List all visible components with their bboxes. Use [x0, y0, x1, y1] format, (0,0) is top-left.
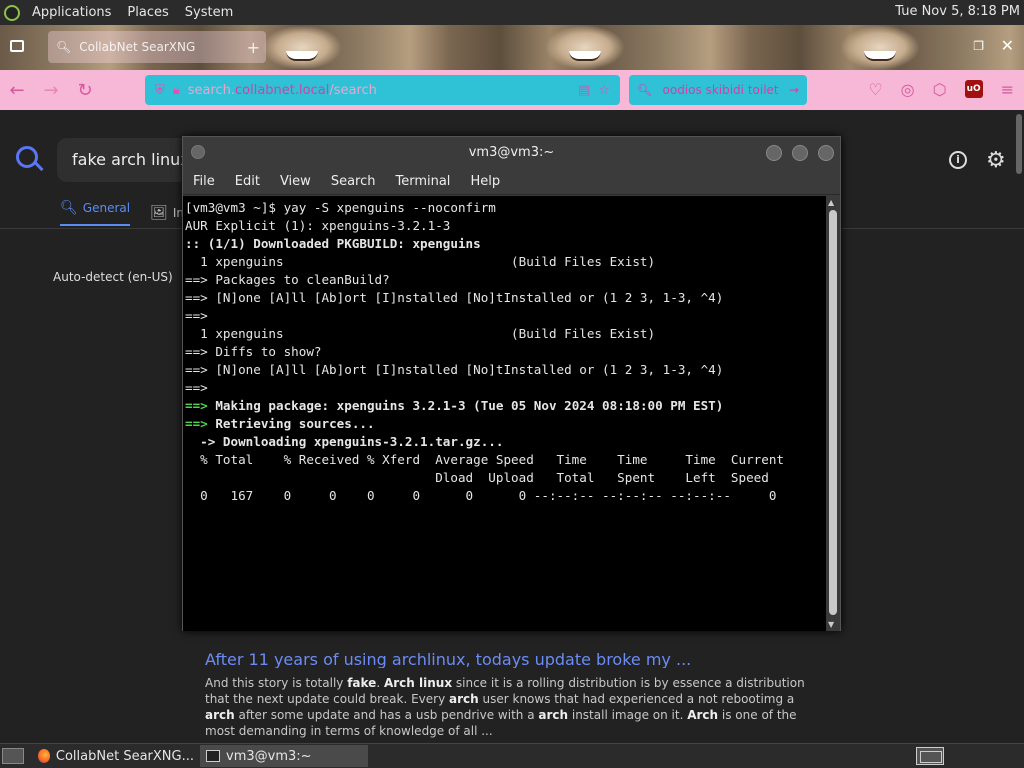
menu-places[interactable]: Places: [121, 5, 174, 20]
terminal-titlebar[interactable]: vm3@vm3:~: [183, 137, 840, 169]
extensions-icon[interactable]: ⬡: [933, 80, 947, 99]
ublock-origin-icon[interactable]: uO: [964, 80, 983, 98]
bookmark-star-icon[interactable]: ☆: [598, 83, 610, 98]
tab-title: CollabNet SearXNG: [79, 40, 196, 54]
result-title-link[interactable]: After 11 years of using archlinux, today…: [205, 650, 825, 668]
shield-icon: ⛨: [155, 82, 165, 98]
menu-system[interactable]: System: [179, 5, 239, 20]
url-bar[interactable]: ⛨ 🔒︎ search.collabnet.local/search ▤ ☆: [145, 75, 620, 105]
show-desktop-icon[interactable]: [2, 748, 24, 764]
terminal-title: vm3@vm3:~: [468, 145, 555, 160]
search-box[interactable]: 🔍︎ oodios skibidi toilet →: [629, 75, 807, 105]
terminal-line: 1 xpenguins (Build Files Exist): [185, 326, 656, 341]
terminal-line: ==> Packages to cleanBuild?: [185, 272, 390, 287]
terminal-line: 0 167 0 0 0 0 0 0 --:--:-- --:--:-- --:-…: [185, 488, 777, 503]
tab-general[interactable]: 🔍︎ General: [60, 200, 131, 226]
terminal-line: [vm3@vm3 ~]$ yay -S xpenguins --noconfir…: [185, 200, 496, 215]
new-tab-button[interactable]: +: [247, 38, 260, 57]
terminal-line: :: (1/1) Downloaded PKGBUILD: xpenguins: [185, 236, 481, 251]
terminal-line: % Total % Received % Xferd Average Speed…: [185, 452, 784, 467]
desktop: { "top_panel": { "menu": ["Applications"…: [0, 0, 1024, 768]
forward-arrow-icon[interactable]: →: [34, 80, 68, 101]
window-controls: [766, 145, 834, 161]
menu-file[interactable]: File: [193, 174, 215, 189]
terminal-scrollbar[interactable]: ▲ ▼: [826, 196, 840, 631]
menu-help[interactable]: Help: [470, 174, 500, 189]
reload-icon[interactable]: ↻: [68, 80, 102, 101]
terminal-window[interactable]: vm3@vm3:~ File Edit View Search Terminal…: [182, 136, 841, 631]
result-snippet: And this story is totally fake. Arch lin…: [205, 676, 805, 738]
background-image: [840, 25, 920, 70]
terminal-output[interactable]: [vm3@vm3 ~]$ yay -S xpenguins --noconfir…: [183, 196, 828, 631]
terminal-line: ==>: [185, 308, 208, 323]
menu-search[interactable]: Search: [331, 174, 376, 189]
menu-view[interactable]: View: [280, 174, 311, 189]
search-icon[interactable]: [16, 146, 38, 168]
tab-strip: 🔍︎ CollabNet SearXNG + ❐ ✕: [0, 25, 1024, 70]
info-icon[interactable]: i: [949, 151, 967, 169]
toolbar-icons: ♡ ◎ ⬡ uO ≡: [868, 80, 1014, 99]
terminal-line: -> Downloading xpenguins-3.2.1.tar.gz...: [185, 434, 504, 449]
taskbar: CollabNet SearXNG... vm3@vm3:~: [0, 743, 1024, 768]
taskbar-item-label: vm3@vm3:~: [226, 748, 312, 764]
search-box-text: oodios skibidi toilet: [662, 83, 779, 97]
image-icon: 🖼︎: [150, 205, 168, 221]
close-icon[interactable]: [818, 145, 834, 161]
language-selector[interactable]: Auto-detect (en-US): [53, 270, 173, 284]
scroll-up-icon[interactable]: ▲: [828, 198, 834, 207]
reader-mode-icon[interactable]: ▤: [578, 83, 590, 98]
url-text: search.collabnet.local/search: [187, 82, 377, 98]
background-image: [262, 25, 342, 70]
terminal-line: ==> Making package: xpenguins 3.2.1-3 (T…: [185, 398, 724, 413]
taskbar-item-terminal[interactable]: vm3@vm3:~: [200, 745, 368, 767]
terminal-icon: [206, 750, 220, 762]
page-scrollbar[interactable]: [1016, 114, 1022, 174]
search-icon: 🔍︎: [637, 83, 653, 97]
hamburger-menu-icon[interactable]: ≡: [1001, 80, 1014, 99]
back-arrow-icon[interactable]: ←: [0, 80, 34, 101]
minimize-icon[interactable]: [766, 145, 782, 161]
taskbar-item-browser[interactable]: CollabNet SearXNG...: [32, 745, 200, 767]
menu-applications[interactable]: Applications: [26, 5, 117, 20]
terminal-line: ==> [N]one [A]ll [Ab]ort [I]nstalled [No…: [185, 290, 724, 305]
window-menu-icon[interactable]: [191, 145, 205, 159]
menu-terminal[interactable]: Terminal: [395, 174, 450, 189]
terminal-line: ==> Retrieving sources...: [185, 416, 375, 431]
go-arrow-icon[interactable]: →: [789, 83, 799, 97]
search-icon: 🔍︎: [60, 200, 78, 216]
search-icon: 🔍︎: [56, 40, 72, 54]
panel-menu: Applications Places System: [26, 5, 239, 20]
tab-searxng[interactable]: 🔍︎ CollabNet SearXNG +: [48, 31, 266, 63]
terminal-line: ==> Diffs to show?: [185, 344, 322, 359]
close-window-icon[interactable]: ✕: [1001, 36, 1014, 55]
scrollbar-thumb[interactable]: [829, 210, 837, 615]
workspace-switcher[interactable]: [916, 747, 944, 765]
firefox-icon: [38, 749, 50, 763]
terminal-line: ==>: [185, 380, 208, 395]
restore-window-icon[interactable]: ❐: [973, 39, 984, 53]
tab-general-label: General: [82, 201, 131, 215]
terminal-menubar: File Edit View Search Terminal Help: [183, 169, 840, 195]
top-panel: Applications Places System Tue Nov 5, 8:…: [0, 0, 1024, 25]
tab-overview-icon[interactable]: [10, 40, 24, 52]
maximize-icon[interactable]: [792, 145, 808, 161]
terminal-line: 1 xpenguins (Build Files Exist): [185, 254, 656, 269]
lock-icon: 🔒︎: [172, 82, 180, 98]
terminal-line: Dload Upload Total Spent Left Speed: [185, 470, 769, 485]
menu-edit[interactable]: Edit: [235, 174, 260, 189]
pocket-icon[interactable]: ♡: [868, 80, 882, 99]
taskbar-item-label: CollabNet SearXNG...: [55, 748, 194, 764]
account-icon[interactable]: ◎: [901, 80, 915, 99]
terminal-line: ==> [N]one [A]ll [Ab]ort [I]nstalled [No…: [185, 362, 724, 377]
distro-logo-icon[interactable]: [4, 4, 20, 21]
scroll-down-icon[interactable]: ▼: [828, 620, 834, 629]
panel-clock[interactable]: Tue Nov 5, 8:18 PM: [895, 4, 1020, 19]
category-tabs: 🔍︎ General 🖼︎ Ima: [60, 200, 195, 226]
nav-bar: ← → ↻ ⛨ 🔒︎ search.collabnet.local/search…: [0, 70, 1024, 110]
terminal-line: AUR Explicit (1): xpenguins-3.2.1-3: [185, 218, 451, 233]
background-image: [545, 25, 625, 70]
gear-icon[interactable]: ⚙: [986, 148, 1006, 173]
